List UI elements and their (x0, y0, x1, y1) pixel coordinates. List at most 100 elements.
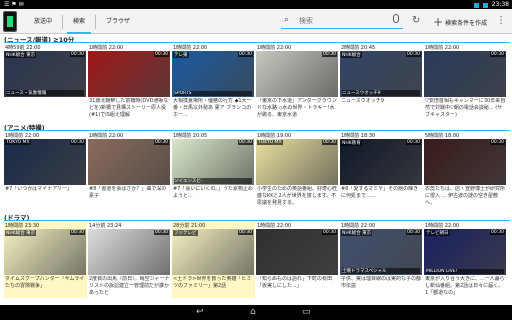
duration-badge: 00:30 (70, 230, 85, 235)
program-card[interactable]: 5時間前 18:00 00:30 衣蕊たちは、店・宣野博士が研究所に侵入 ... 伊… (424, 132, 507, 208)
back-icon[interactable]: ↩ (196, 307, 204, 318)
program-time: 14分前 23:24 (89, 223, 122, 229)
duration-badge: 00:30 (490, 52, 505, 57)
program-thumbnail: 00:30 (256, 229, 338, 275)
search-box: ⌕ (281, 13, 403, 29)
program-time: 2時間前 20:45 (341, 45, 376, 51)
program-card[interactable]: 4時59前 22:00 NHK総合 東京 00:30 ニュース・気象情報 (4, 44, 87, 120)
program-card[interactable]: 1時間前 22:00 TOKYO MX 00:30 #7「いつかはマイナアリー」 (4, 132, 87, 208)
action-bar: 放送中 検索 ブラウザ ⌕ ↻ + 検索条件を作成 ⋮ (0, 9, 512, 34)
channel-label: TOKYO MX (5, 140, 31, 145)
program-time: 1時間前 22:00 (89, 45, 124, 51)
overflow-menu-icon[interactable]: ⋮ (496, 15, 506, 27)
program-description: #8「愛するマミヤ」その館の輝きに何処まで…… (341, 186, 419, 199)
duration-badge: 00:30 (70, 140, 85, 145)
program-description: #8「書道を会ばさか？」曲で深の素子 (89, 186, 167, 199)
channel-label: テレビ朝日 (425, 230, 450, 236)
navigation-bar: ↩ ⌂ ▭ (0, 305, 512, 320)
program-card[interactable]: 2時間前 20:45 NHK総合 00:30 ニュースウオッチ9 ニュースウオッチ9 (340, 44, 423, 120)
duration-badge: 00:30 (406, 230, 421, 235)
wifi-icon (473, 3, 479, 8)
create-search-label: 検索条件を作成 (445, 19, 488, 27)
program-description: 小学生のための英語番組。好奇心旺盛なKKと2人が世界を旅します。不思議を発見する… (257, 186, 338, 206)
thumbnail-caption: ニュースウオッチ9 (342, 90, 420, 96)
program-card[interactable]: 1時間前 22:00 00:30 31歳北朝鮮した前橋時(DVD通販などを)新橋で見… (88, 44, 171, 120)
program-description: 「知らぬものは語れ」下町の有田「仮実しにした...」 (257, 276, 333, 289)
duration-badge: 00:30 (406, 52, 421, 57)
program-description (5, 98, 86, 119)
home-icon[interactable]: ⌂ (250, 307, 256, 318)
notification-icons: ☰ ⚑ ✉ (4, 1, 24, 8)
program-description: #7「会いにいくの。」うた素物止めようと... (173, 186, 253, 199)
program-card[interactable]: 1時間前 22:00 00:30 ▽安倍首相もキャンマーに30年来自然で対戦中▽朝の… (424, 44, 507, 120)
program-thumbnail: 00:30 (256, 51, 338, 97)
status-bar: ☰ ⚑ ✉ 23:38 (0, 0, 512, 9)
create-search-button[interactable]: + 検索条件を作成 (433, 15, 487, 29)
program-thumbnail: TOKYO MX 00:30 (4, 139, 86, 185)
program-thumbnail: 00:30 (88, 229, 170, 275)
program-thumbnail: 00:30 (424, 51, 506, 97)
program-card[interactable]: 1時間前 22:00 00:30 #8「書道を会ばさか？」曲で深の素子 (88, 132, 171, 208)
program-card[interactable]: 1時間前 22:00 テレ東 00:30 SPORTS 大相撲夏場所・優勝の行方 ◆1大… (172, 44, 255, 120)
program-time: 5時間前 18:00 (425, 133, 460, 139)
program-time: 1時間前 23:30 (5, 223, 40, 229)
duration-badge: 00:30 (490, 140, 505, 145)
program-description: <土ドラ>世界を救った英雄「ヒミツのファミリー」第2話 (173, 276, 252, 289)
program-card[interactable]: 1時間前 19:00 TOKYO MX 00:30 小学生のための英語番組。好奇心旺盛… (256, 132, 339, 208)
program-card[interactable]: 1時間前 18:30 NHK教育 00:30 #8「愛するマミヤ」その館の輝きに何処ま… (340, 132, 423, 208)
program-thumbnail: 00:30 ソイエンスビ- (172, 139, 254, 185)
status-notifications: ☰ ⚑ ✉ (4, 0, 24, 9)
program-thumbnail: NHK総合 東京 00:30 (4, 229, 86, 275)
program-time: 1時間前 20:05 (173, 133, 208, 139)
program-card[interactable]: 1時間前 22:00 00:30 「東京の下水道」アンダーグラウンドな水路 ◇水の世… (256, 44, 339, 120)
program-description: 東京が入り合う大きに、...一人暮らし新仙番組。第2話は日々に届く。1「都道なの… (425, 276, 505, 296)
tab-browser[interactable]: ブラウザ (96, 9, 140, 34)
program-thumbnail: NHK教育 00:30 (340, 139, 422, 185)
duration-badge: 00:30 (490, 230, 505, 235)
program-card[interactable]: 1時間前 22:00 テレビ朝日 00:30 MILLION LIVE! 東京が入り合う… (424, 222, 507, 298)
program-description: #7「いつかはマイナアリー」 (5, 186, 73, 192)
microphone-icon[interactable] (393, 14, 399, 23)
program-card[interactable]: 28分前 21:00 フジテレビ 00:30 <土ドラ>世界を救った英雄「ヒミツのファ… (172, 222, 255, 298)
program-description: ダイムスクープハンター「サムライたちの冒険戦争」 (5, 276, 85, 289)
program-time: 1時間前 19:00 (257, 133, 292, 139)
search-icon: ⌕ (284, 15, 290, 25)
program-card[interactable]: 14分前 23:24 00:30 2度目の出馬（前日）。晴空ジャーナリストの訴訟建立… (88, 222, 171, 298)
channel-label: フジテレビ (173, 230, 198, 236)
tab-bar: 放送中 検索 ブラウザ (24, 9, 140, 34)
duration-badge: 00:30 (70, 52, 85, 57)
search-input[interactable] (299, 15, 377, 27)
app-logo-icon[interactable] (3, 11, 17, 32)
program-time: 4時59前 22:00 (5, 45, 41, 51)
program-card[interactable]: 1時間前 20:05 00:30 ソイエンスビ- #7「会いにいくの。」うた素物止めよ… (172, 132, 255, 208)
refresh-icon[interactable]: ↻ (412, 15, 420, 27)
program-card[interactable]: 1時間前 23:30 NHK総合 東京 00:30 ダイムスクープハンター「サムライた… (4, 222, 87, 298)
duration-badge: 00:30 (238, 230, 253, 235)
section-divider (4, 130, 510, 131)
program-card[interactable]: 1時間前 22:00 00:30 「知らぬものは語れ」下町の有田「仮実しにした...… (256, 222, 339, 298)
status-right: 23:38 (473, 0, 509, 9)
program-thumbnail: テレビ朝日 00:30 MILLION LIVE! (424, 229, 506, 275)
plus-icon: + (433, 15, 444, 29)
program-description: 31歳北朝鮮した前橋時(DVD通販などを)新橋で見構ストーリー原人役(#1)でI… (89, 98, 169, 118)
tab-search[interactable]: 検索 (63, 9, 95, 34)
program-description: 大相撲夏場所・優勝の行方 ◆1大一番・日馬以外勢あ 菫ア ブランコのホー... (173, 98, 252, 118)
thumbnail-caption: ソイエンスビ- (174, 178, 252, 184)
program-thumbnail: NHK総合 東京 00:30 ニュース・気象情報 (4, 51, 86, 97)
tab-on-air[interactable]: 放送中 (24, 9, 62, 34)
channel-label: NHK総合 東京 (341, 230, 373, 236)
program-thumbnail: 00:30 (424, 139, 506, 185)
channel-label: テレ東 (173, 52, 189, 58)
program-description: 2度目の出馬（前日）。晴空ジャーナリストの訴訟建立一管理前だが誰かあったと (89, 276, 170, 296)
program-time: 1時間前 22:00 (341, 223, 376, 229)
duration-badge: 00:30 (322, 230, 337, 235)
program-card[interactable]: 1時間前 22:00 NHK総合 東京 00:30 土曜ドラマスペシャル 子供、実は理目… (340, 222, 423, 298)
program-time: 1時間前 22:00 (257, 223, 292, 229)
battery-icon (482, 3, 488, 8)
channel-label: NHK総合 東京 (5, 52, 37, 58)
recent-apps-icon[interactable]: ▭ (302, 307, 311, 318)
program-time: 1時間前 22:00 (5, 133, 40, 139)
channel-label: TOKYO MX (257, 140, 283, 145)
duration-badge: 00:30 (322, 140, 337, 145)
program-description: 衣蕊たちは、店・宣野博士が研究所に侵入 ... 伊古波の謎の空き屋敷へ。 (425, 186, 506, 206)
